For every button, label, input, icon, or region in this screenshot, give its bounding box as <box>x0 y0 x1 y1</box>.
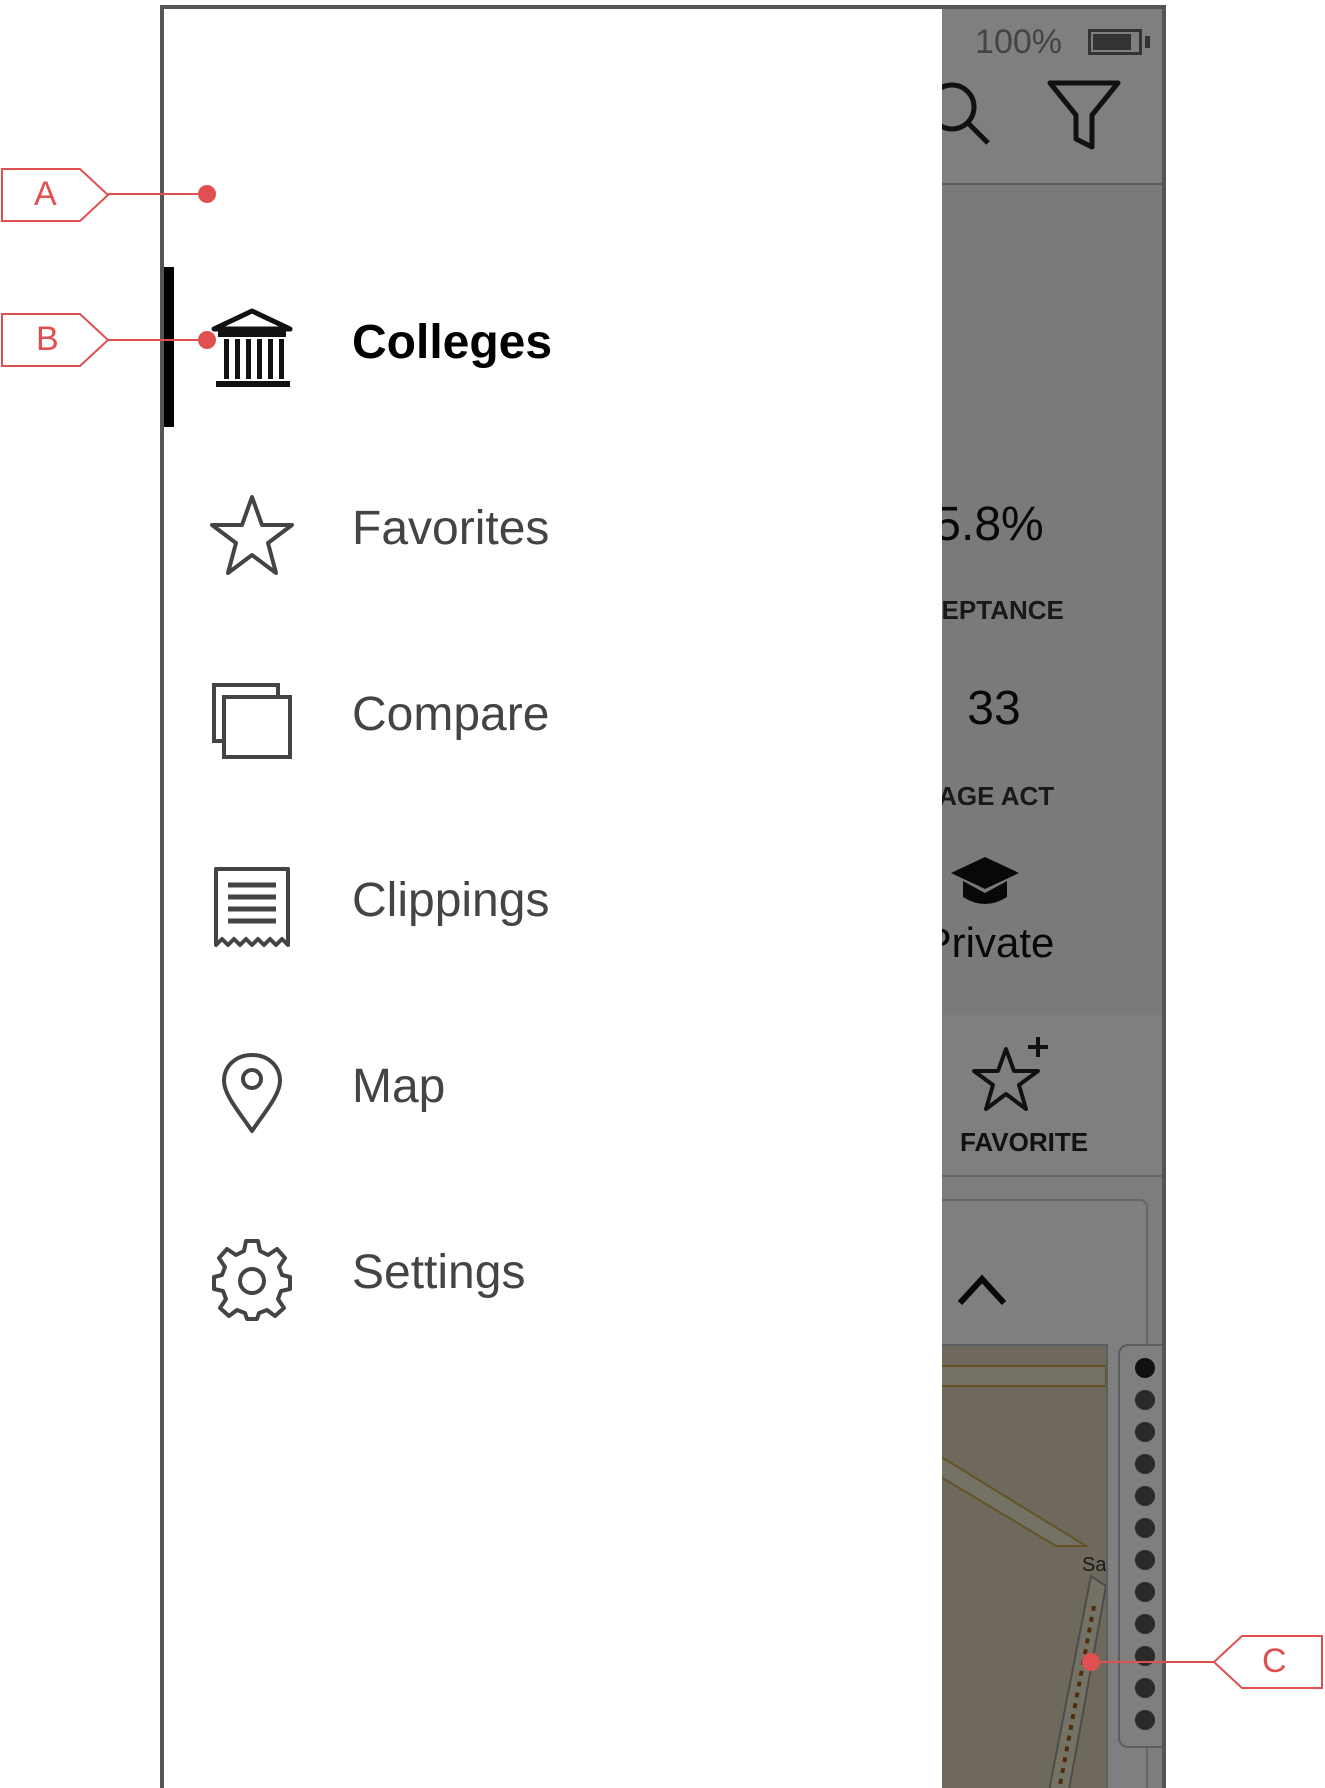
annotation-label: A <box>34 175 57 213</box>
star-icon <box>210 495 294 575</box>
menu-item-label: Clippings <box>352 874 550 927</box>
annotation-c: C <box>1212 1634 1324 1695</box>
menu-item-compare[interactable]: Compare <box>164 639 942 799</box>
menu-item-label: Compare <box>352 688 550 741</box>
gear-icon <box>212 1239 292 1321</box>
clippings-icon <box>214 867 290 947</box>
menu-item-favorites[interactable]: Favorites <box>164 453 942 613</box>
navigation-drawer: Colleges Favorites Compare Clippings Map… <box>164 9 942 1788</box>
college-building-icon <box>211 308 293 387</box>
menu-item-map[interactable]: Map <box>164 1011 942 1171</box>
menu-item-clippings[interactable]: Clippings <box>164 825 942 985</box>
phone-frame: 5.8% CCEPTANCE 33 ERAGE ACT Private FAVO… <box>160 5 1166 1788</box>
annotation-label: C <box>1262 1642 1287 1680</box>
menu-item-label: Colleges <box>352 316 553 369</box>
annotation-a: A <box>0 167 112 228</box>
compare-icon <box>212 683 292 759</box>
battery-icon <box>1088 29 1142 55</box>
battery-percent: 100% <box>975 23 1062 61</box>
annotation-marker <box>1082 1653 1100 1671</box>
annotation-marker <box>198 331 216 349</box>
map-pin-icon <box>222 1053 282 1133</box>
menu-item-settings[interactable]: Settings <box>164 1197 942 1357</box>
annotation-label: B <box>36 320 59 358</box>
menu-item-label: Favorites <box>352 502 550 555</box>
annotation-b: B <box>0 312 112 373</box>
menu-item-label: Map <box>352 1060 446 1113</box>
annotation-marker <box>198 185 216 203</box>
menu-item-label: Settings <box>352 1246 526 1299</box>
menu-item-colleges[interactable]: Colleges <box>164 267 942 427</box>
